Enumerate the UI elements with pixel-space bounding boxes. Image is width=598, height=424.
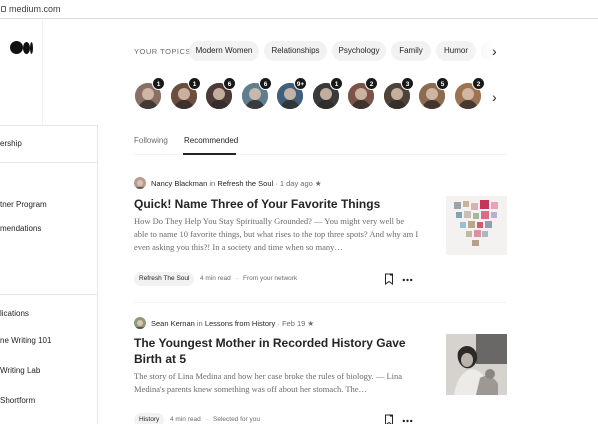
chevron-right-icon[interactable]: › [492,44,497,58]
recommendation-reason: From your network [243,275,298,282]
article-excerpt[interactable]: How Do They Help You Stay Spiritually Gr… [134,215,419,254]
author-avatar[interactable] [134,317,146,329]
article-thumbnail[interactable] [446,334,507,395]
medium-logo[interactable] [10,41,34,55]
lock-icon [1,6,6,12]
side-menu-panel: ership tner Program mendations lications… [0,125,98,424]
publication-name[interactable]: Refresh the Soul [217,179,273,188]
side-menu-divider [0,162,97,163]
in-word: in [209,179,216,188]
side-menu-item[interactable]: Shortform [0,396,35,405]
side-menu-item[interactable]: tner Program [0,200,47,209]
your-topics-label: YOUR TOPICS [134,47,191,56]
article-meta: Sean Kernan in Lessons from History · Fe… [151,319,314,328]
author-name[interactable]: Nancy Blackman [151,179,207,188]
article-divider [134,302,507,303]
article-date: Feb 19 [281,319,306,328]
side-menu-divider [0,294,97,295]
bookmark-icon[interactable] [384,413,394,424]
dot-separator: · [275,179,278,188]
recommendation-reason: Selected for you [213,416,260,423]
publication-name[interactable]: Lessons from History [205,319,275,328]
unread-count-badge: 2 [472,77,485,90]
side-menu-item[interactable]: ne Writing 101 [0,336,51,345]
side-menu-item[interactable]: Writing Lab [0,366,40,375]
unread-count-badge: 6 [259,77,272,90]
side-menu-item[interactable]: lications [0,309,29,318]
unread-count-badge: 3 [401,77,414,90]
author-avatar[interactable] [134,177,146,189]
dot-separator: · [277,319,280,328]
side-menu-item[interactable]: ership [0,139,22,148]
article-thumbnail[interactable] [446,196,507,255]
chevron-right-icon[interactable]: › [492,90,497,104]
article-date: 1 day ago [279,179,313,188]
article-tag[interactable]: Refresh The Soul [134,272,195,286]
topics-fade [470,38,510,64]
topic-chip[interactable]: Psychology [332,41,386,61]
read-time: 4 min read [170,416,201,423]
tab-following[interactable]: Following [134,136,168,145]
article-meta: Nancy Blackman in Refresh the Soul · 1 d… [151,179,322,188]
article-title[interactable]: The Youngest Mother in Recorded History … [134,335,414,367]
browser-address-bar[interactable]: medium.com [0,0,598,19]
unread-count-badge: 9+ [294,77,307,90]
unread-count-badge: 1 [152,77,165,90]
unread-count-badge: 6 [223,77,236,90]
more-icon[interactable] [402,413,413,424]
article-excerpt[interactable]: The story of Lina Medina and how her cas… [134,370,419,396]
topic-chip[interactable]: Modern Women [189,41,259,61]
bookmark-icon[interactable] [384,272,394,290]
topic-chip[interactable]: Family [391,41,431,61]
medium-home-screen: medium.com ership tner Program mendation… [0,0,598,424]
active-tab-indicator [183,153,236,155]
author-name[interactable]: Sean Kernan [151,319,195,328]
member-star-icon: ★ [314,179,322,188]
article-title[interactable]: Quick! Name Three of Your Favorite Thing… [134,196,434,212]
unread-count-badge: 1 [330,77,343,90]
unread-count-badge: 1 [188,77,201,90]
member-star-icon: ★ [307,319,315,328]
in-word: in [196,319,203,328]
article-tag[interactable]: History [134,413,165,424]
unread-count-badge: 2 [365,77,378,90]
tab-recommended[interactable]: Recommended [184,136,238,145]
more-icon[interactable] [402,272,413,290]
unread-count-badge: 5 [436,77,449,90]
read-time: 4 min read [200,275,231,282]
dot-separator: · [206,416,209,423]
topic-chip[interactable]: Relationships [264,41,327,61]
dot-separator: · [236,275,239,282]
url-text[interactable]: medium.com [9,4,61,14]
side-menu-item[interactable]: mendations [0,224,41,233]
